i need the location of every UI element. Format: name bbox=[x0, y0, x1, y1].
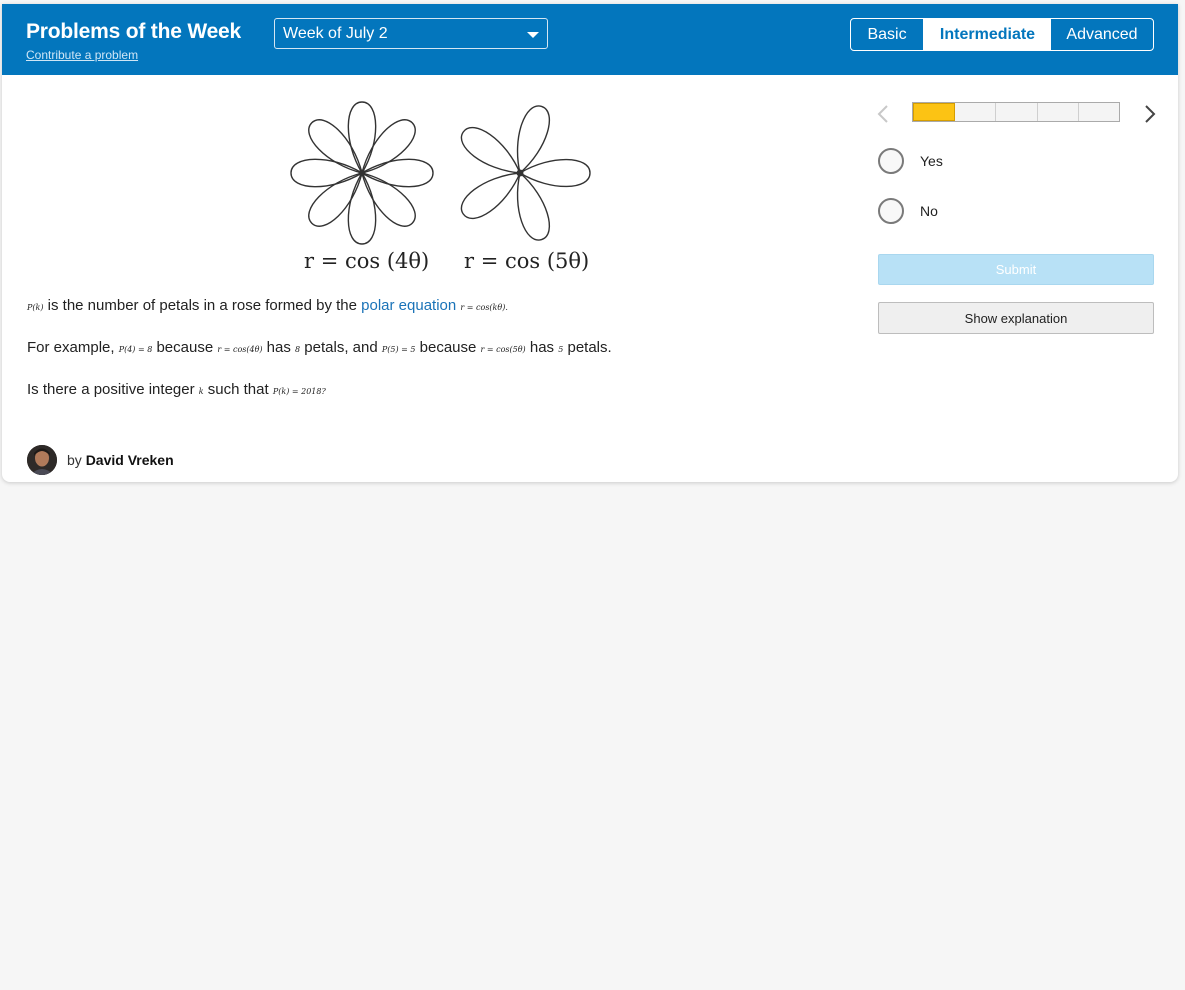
header-bar: Problems of the Week Contribute a proble… bbox=[2, 4, 1178, 75]
rose-5-center bbox=[516, 169, 524, 177]
math-p-k: P(k) bbox=[27, 303, 44, 312]
problem-line-1: P(k) is the number of petals in a rose f… bbox=[27, 297, 508, 314]
line2-text-e: because bbox=[415, 339, 481, 356]
line1-text: is the number of petals in a rose formed… bbox=[43, 297, 362, 314]
rose-petal bbox=[290, 158, 364, 188]
problem-progress-bar bbox=[912, 102, 1120, 122]
problem-line-3: Is there a positive integer k such that … bbox=[27, 381, 326, 398]
math-p5: P(5) = 5 bbox=[381, 345, 416, 354]
caption-cos-5theta: r = cos (5θ) bbox=[464, 249, 590, 273]
math-p4: P(4) = 8 bbox=[118, 345, 153, 354]
radio-yes[interactable] bbox=[878, 148, 904, 174]
rose-petal bbox=[516, 105, 551, 175]
rose-petal bbox=[516, 171, 551, 241]
week-select-value: Week of July 2 bbox=[283, 25, 388, 42]
answer-option-no[interactable]: No bbox=[878, 198, 938, 224]
avatar[interactable] bbox=[27, 445, 57, 475]
line2-text-f: has bbox=[525, 339, 559, 356]
answer-option-yes[interactable]: Yes bbox=[878, 148, 943, 174]
rose-4-center bbox=[358, 169, 366, 177]
author-by-label: by bbox=[67, 452, 82, 468]
math-r-cos-k-theta: r = cos(kθ). bbox=[460, 303, 508, 312]
dropdown-arrow-icon bbox=[527, 32, 539, 38]
progress-segment bbox=[1079, 103, 1119, 121]
line2-text-c: has bbox=[262, 339, 296, 356]
polar-equation-link[interactable]: polar equation bbox=[361, 297, 456, 314]
progress-segment bbox=[996, 103, 1038, 121]
math-r-cos-5theta: r = cos(5θ) bbox=[480, 345, 526, 354]
week-select[interactable]: Week of July 2 bbox=[274, 18, 548, 49]
tab-basic[interactable]: Basic bbox=[851, 19, 924, 50]
progress-segment bbox=[955, 103, 997, 121]
author-credit: by David Vreken bbox=[27, 444, 174, 476]
option-yes-label: Yes bbox=[920, 153, 943, 169]
radio-no[interactable] bbox=[878, 198, 904, 224]
line2-text-g: petals. bbox=[563, 339, 612, 356]
next-problem-chevron-icon[interactable] bbox=[1140, 102, 1160, 126]
option-no-label: No bbox=[920, 203, 938, 219]
math-p-k-2018: P(k) = 2018? bbox=[272, 387, 326, 396]
line2-text-b: because bbox=[152, 339, 218, 356]
avatar-portrait-icon bbox=[27, 445, 57, 475]
tab-intermediate[interactable]: Intermediate bbox=[924, 19, 1051, 50]
line2-text-a: For example, bbox=[27, 339, 119, 356]
author-name[interactable]: David Vreken bbox=[86, 452, 174, 468]
submit-button[interactable]: Submit bbox=[878, 254, 1154, 285]
page-title: Problems of the Week bbox=[26, 20, 242, 43]
tab-advanced[interactable]: Advanced bbox=[1051, 19, 1153, 50]
contribute-link[interactable]: Contribute a problem bbox=[26, 48, 138, 62]
caption-cos-4theta: r = cos (4θ) bbox=[304, 249, 430, 273]
line2-text-d: petals, and bbox=[300, 339, 382, 356]
rose-petal bbox=[360, 158, 434, 188]
author-byline: by David Vreken bbox=[67, 452, 174, 468]
rose-petal bbox=[347, 101, 377, 175]
previous-problem-chevron-icon[interactable] bbox=[874, 102, 894, 126]
math-r-cos-4theta: r = cos(4θ) bbox=[217, 345, 263, 354]
show-explanation-button[interactable]: Show explanation bbox=[878, 302, 1154, 334]
rose-petal bbox=[347, 171, 377, 245]
line3-text-b: such that bbox=[203, 381, 273, 398]
line3-text-a: Is there a positive integer bbox=[27, 381, 199, 398]
difficulty-tabs: Basic Intermediate Advanced bbox=[850, 18, 1154, 51]
progress-segment bbox=[1038, 103, 1079, 121]
problem-card: Problems of the Week Contribute a proble… bbox=[2, 4, 1178, 482]
problem-line-2: For example, P(4) = 8 because r = cos(4θ… bbox=[27, 339, 612, 356]
progress-segment bbox=[913, 103, 956, 121]
